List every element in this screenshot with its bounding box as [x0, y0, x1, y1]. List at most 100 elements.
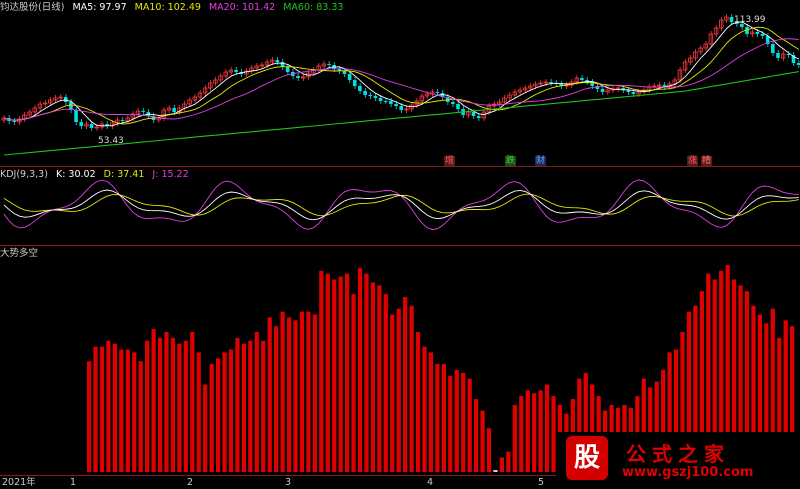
event-tag-3[interactable]: 财	[535, 156, 547, 166]
trend-bar	[480, 410, 485, 472]
price-candle	[89, 124, 94, 128]
price-candle	[234, 70, 238, 72]
trend-bar	[461, 372, 466, 472]
price-panel-header: 钧达股份(日线) MA5: 97.97 MA10: 102.49 MA20: 1…	[0, 1, 348, 14]
trend-bar	[325, 273, 330, 472]
trend-bar	[228, 349, 234, 472]
price-candle	[172, 108, 176, 112]
trend-bar	[280, 311, 285, 472]
trend-bar	[286, 317, 292, 472]
trend-bar	[170, 337, 176, 472]
trend-bar	[254, 332, 259, 472]
price-candle	[285, 67, 290, 72]
trend-bar	[222, 352, 227, 472]
watermark-url: www.gszj100.com	[622, 465, 754, 480]
trend-bar	[319, 270, 324, 472]
x-label-2: 2	[187, 477, 194, 488]
x-label-4: 4	[427, 477, 434, 488]
trend-bar	[467, 378, 472, 472]
trend-bar	[119, 349, 124, 472]
x-label-year: 2021年	[2, 477, 36, 488]
kdj-title: KDJ(9,3,3)	[0, 169, 48, 180]
price-candle	[120, 120, 125, 121]
trend-bar	[383, 294, 388, 472]
trend-bar	[403, 297, 408, 472]
trend-bar	[216, 358, 221, 472]
event-tag-4[interactable]: 涨	[687, 156, 699, 166]
price-candle	[12, 121, 16, 122]
event-tag-5[interactable]: 糟	[701, 156, 713, 166]
trend-bar	[190, 332, 195, 472]
trend-bar	[274, 326, 279, 472]
price-candle	[394, 104, 398, 106]
trend-bar	[183, 340, 188, 472]
trend-bar	[332, 279, 337, 472]
price-candle	[399, 106, 404, 110]
trend-bar	[448, 375, 453, 472]
price-candle	[74, 110, 78, 122]
trend-bar	[512, 404, 517, 472]
trend-bar	[544, 384, 550, 472]
price-panel-title: 钧达股份(日线)	[0, 2, 65, 13]
trend-bar	[306, 311, 311, 472]
separator-1	[0, 166, 800, 167]
trend-bar	[525, 390, 530, 472]
kdj-k-label: K: 30.02	[55, 169, 96, 180]
trend-bar	[364, 273, 369, 472]
price-candle	[141, 111, 145, 112]
trend-bar	[551, 396, 556, 472]
price-candle	[760, 34, 765, 36]
price-candle	[771, 44, 775, 53]
trend-bar	[177, 343, 182, 472]
price-candle	[476, 116, 481, 118]
x-label-5: 5	[538, 477, 545, 488]
price-candle	[378, 98, 383, 101]
trend-bar	[435, 364, 440, 472]
kdj-d-label: D: 37.41	[103, 169, 145, 180]
trend-bar	[377, 285, 382, 472]
trend-bar	[299, 311, 305, 472]
trend-bar	[506, 451, 511, 472]
trend-bar	[235, 337, 240, 472]
trend-bar	[422, 346, 427, 472]
price-candle	[342, 71, 347, 74]
trend-bar	[106, 340, 111, 472]
trend-bar	[203, 384, 208, 472]
low-price-label: 53.43	[98, 136, 124, 146]
price-candle	[435, 92, 440, 93]
x-label-1: 1	[70, 477, 77, 488]
ma60-label: MA60: 83.33	[283, 2, 344, 13]
ma10-label: MA10: 102.49	[134, 2, 201, 13]
price-candle	[549, 82, 553, 83]
ma5-label: MA5: 97.97	[72, 2, 127, 13]
trend-bar	[441, 364, 446, 472]
event-tag-2[interactable]: 跌	[505, 156, 517, 166]
watermark: 股 公式之家 www.gszj100.com	[556, 432, 800, 489]
event-tag-1[interactable]: 增	[444, 156, 456, 166]
price-candle	[347, 74, 352, 80]
price-candle	[373, 96, 378, 98]
kdj-k-line	[3, 189, 799, 221]
price-candle	[363, 91, 367, 95]
trend-bar	[93, 346, 98, 472]
chart-stage: 钧达股份(日线) MA5: 97.97 MA10: 102.49 MA20: 1…	[0, 0, 800, 489]
trend-bar	[338, 276, 343, 472]
price-candle	[358, 86, 362, 91]
trend-bar	[454, 369, 459, 472]
price-candle	[776, 53, 780, 58]
trend-bar	[312, 314, 317, 472]
trend-bar-zero	[493, 470, 498, 472]
trend-bar	[345, 273, 350, 472]
trend-bar	[390, 314, 395, 472]
price-candle	[352, 80, 357, 86]
x-label-3: 3	[285, 477, 292, 488]
trend-bar	[267, 317, 272, 472]
trend-bar	[519, 396, 524, 472]
trend-bar	[499, 457, 504, 472]
trend-bar	[87, 361, 92, 472]
trend-bar	[370, 282, 375, 472]
trend-bar	[151, 329, 156, 472]
price-candle	[389, 101, 393, 104]
kdj-j-label: J: 15.22	[152, 169, 189, 180]
trend-bar	[396, 308, 401, 472]
